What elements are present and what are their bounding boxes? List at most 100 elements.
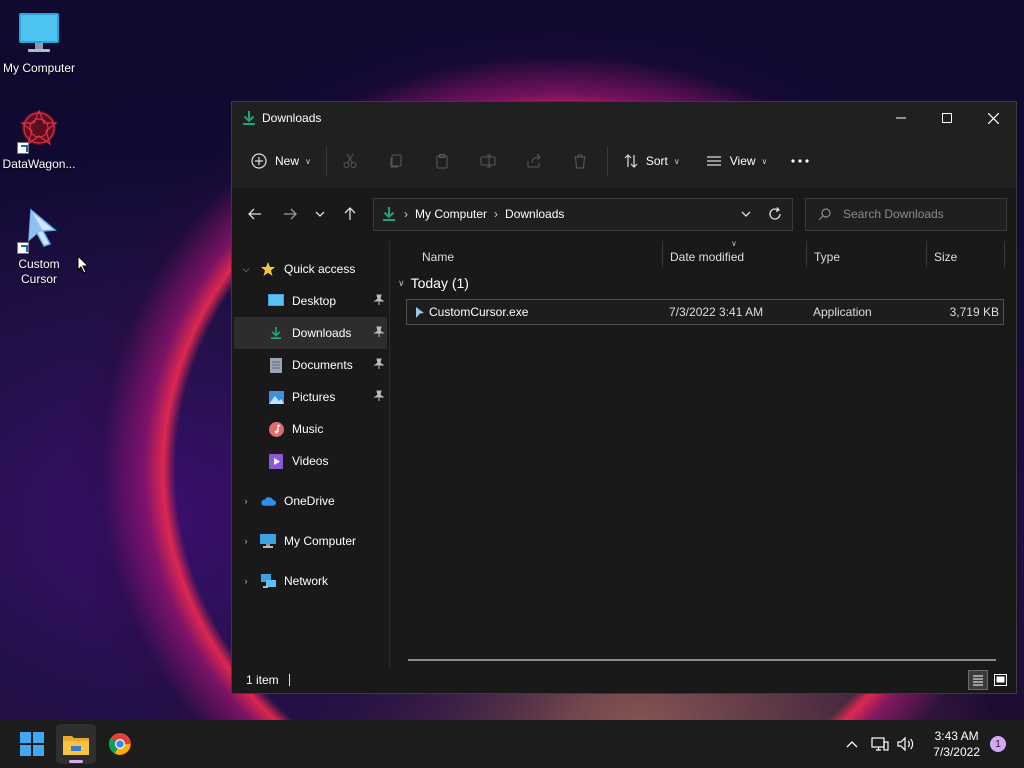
table-row[interactable]: CustomCursor.exe 7/3/2022 3:41 AM Applic… (406, 299, 1004, 325)
back-button[interactable] (240, 199, 270, 229)
tiles-view-button[interactable] (990, 670, 1010, 690)
refresh-icon (769, 207, 781, 220)
nav-pictures[interactable]: Pictures (232, 381, 389, 413)
forward-button[interactable] (275, 199, 305, 229)
maximize-button[interactable] (924, 102, 970, 134)
column-divider[interactable] (1004, 241, 1005, 267)
nav-label: My Computer (284, 534, 357, 548)
speaker-icon (897, 736, 914, 752)
item-count: 1 item (246, 673, 279, 687)
rename-icon (480, 154, 496, 168)
nav-quick-access[interactable]: ⌵ Quick access (232, 253, 389, 285)
sort-button[interactable]: Sort ∨ (614, 144, 689, 178)
notification-badge[interactable]: 1 (990, 736, 1006, 752)
network-monitor-icon (871, 737, 889, 751)
desktop-icon-custom-cursor[interactable]: Custom Cursor (0, 206, 78, 287)
cut-button[interactable] (333, 144, 367, 178)
cloud-icon (260, 493, 276, 509)
volume-button[interactable] (893, 736, 919, 752)
system-tray: 3:43 AM 7/3/2022 1 (839, 720, 1024, 768)
details-view-button[interactable] (968, 670, 988, 690)
nav-label: Pictures (292, 390, 336, 404)
toolbar-divider (325, 146, 327, 176)
more-options-button[interactable] (782, 144, 818, 178)
clipboard-icon (436, 154, 448, 169)
network-status-button[interactable] (867, 736, 893, 752)
address-row: › My Computer › Downloads Search Downloa… (232, 188, 1016, 240)
file-list-pane: Name Date modified ∨ Type Size ∨ Today (… (390, 239, 1016, 667)
start-button[interactable] (12, 724, 52, 764)
nav-downloads[interactable]: Downloads (234, 317, 387, 349)
star-icon (260, 261, 276, 277)
column-type[interactable]: Type (814, 246, 840, 268)
clock-date: 7/3/2022 (933, 745, 980, 759)
explorer-body: ⌵ Quick access Desktop Downloads Documen… (232, 239, 1016, 667)
share-icon (527, 153, 541, 168)
column-size[interactable]: Size (934, 246, 957, 268)
show-hidden-icons-button[interactable] (839, 740, 865, 748)
column-date-modified[interactable]: Date modified (670, 246, 744, 268)
paste-button[interactable] (425, 144, 459, 178)
file-date: 7/3/2022 3:41 AM (669, 305, 764, 319)
refresh-button[interactable] (758, 207, 792, 221)
chevron-down-icon (315, 211, 325, 217)
breadcrumb-my-computer[interactable]: My Computer (415, 207, 487, 221)
column-divider[interactable] (662, 241, 663, 267)
nav-my-computer[interactable]: › My Computer (232, 525, 389, 557)
column-divider[interactable] (806, 241, 807, 267)
file-explorer-window: Downloads New ∨ Sort ∨ View ∨ › My Compu… (231, 101, 1017, 694)
chevron-down-icon: ∨ (673, 156, 680, 166)
column-headers: Name Date modified ∨ Type Size (390, 239, 1016, 269)
status-divider (288, 674, 290, 686)
view-button[interactable]: View ∨ (697, 144, 777, 178)
rename-button[interactable] (471, 144, 505, 178)
column-divider[interactable] (926, 241, 927, 267)
clock[interactable]: 3:43 AM 7/3/2022 (933, 728, 980, 760)
arrow-right-icon (284, 208, 297, 220)
taskbar-file-explorer[interactable] (56, 724, 96, 764)
chevron-down-icon: ∨ (305, 156, 311, 166)
address-dropdown-button[interactable] (734, 211, 758, 217)
sort-button-label: Sort (645, 154, 668, 168)
nav-label: Documents (292, 358, 353, 372)
desktop-icon-my-computer[interactable]: My Computer (0, 10, 78, 76)
search-box[interactable]: Search Downloads (805, 197, 1007, 231)
chevron-down-icon: ∨ (761, 156, 768, 166)
minimize-button[interactable] (878, 102, 924, 134)
up-button[interactable] (335, 199, 365, 229)
delete-button[interactable] (563, 144, 597, 178)
status-bar: 1 item (232, 667, 1016, 693)
taskbar-chrome[interactable] (100, 724, 140, 764)
tiles-view-icon (993, 674, 1007, 686)
horizontal-scrollbar[interactable] (408, 659, 996, 661)
address-bar[interactable]: › My Computer › Downloads (373, 197, 793, 231)
file-size: 3,719 KB (949, 305, 999, 319)
chevron-up-icon (846, 740, 858, 747)
title-bar[interactable]: Downloads (232, 102, 1016, 134)
nav-music[interactable]: Music (232, 413, 389, 445)
nav-label: Videos (292, 454, 329, 468)
share-button[interactable] (517, 144, 551, 178)
desktop-icon-label: DataWagon... (2, 157, 76, 171)
desktop-icon-label: Custom Cursor (18, 257, 60, 286)
recent-locations-button[interactable] (305, 199, 335, 229)
column-name[interactable]: Name (422, 246, 454, 268)
nav-documents[interactable]: Documents (232, 349, 389, 381)
desktop-icon-datawagon[interactable]: DataWagon... (0, 106, 78, 172)
nav-label: OneDrive (284, 494, 335, 508)
document-icon (268, 357, 284, 373)
scissors-icon (343, 153, 357, 168)
windows-logo-icon (20, 732, 44, 756)
new-button[interactable]: New ∨ (242, 144, 320, 178)
group-header-today[interactable]: ∨ Today (1) (398, 275, 469, 291)
nav-onedrive[interactable]: › OneDrive (232, 485, 389, 517)
details-view-icon (973, 675, 983, 686)
copy-button[interactable] (379, 144, 413, 178)
nav-desktop[interactable]: Desktop (232, 285, 389, 317)
close-button[interactable] (970, 102, 1016, 134)
nav-network[interactable]: › Network (232, 565, 389, 597)
nav-videos[interactable]: Videos (232, 445, 389, 477)
clock-time: 3:43 AM (934, 729, 979, 743)
breadcrumb-downloads[interactable]: Downloads (505, 207, 564, 221)
datawagon-icon (15, 106, 63, 154)
